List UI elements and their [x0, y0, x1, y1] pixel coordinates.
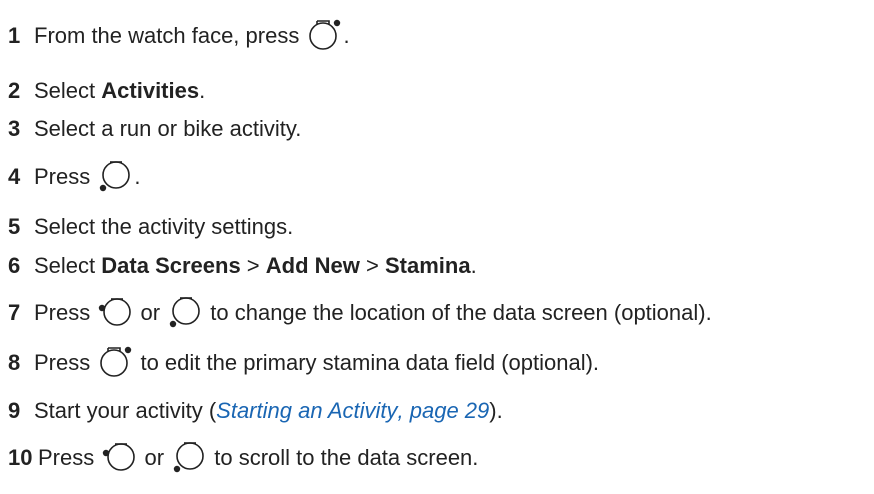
step-3: 3 Select a run or bike activity. — [8, 116, 301, 142]
watch-up-button-icon — [101, 439, 137, 475]
step-8: 8 Press to edit the primary stamina data… — [8, 346, 600, 377]
watch-down-button-icon — [167, 294, 203, 330]
step-2: 2 Select Activities . — [8, 78, 205, 104]
step-7: 7 Press or to change the location of the… — [8, 297, 712, 328]
step-number: 9 — [8, 398, 21, 423]
watch-start-button-icon — [97, 344, 133, 380]
step-text-end: . — [134, 164, 141, 189]
step-text: Press — [34, 164, 97, 189]
watch-up-button-icon — [97, 294, 133, 330]
step-number: 4 — [8, 164, 21, 189]
step-number: 1 — [8, 23, 21, 48]
menu-separator: > — [359, 253, 385, 278]
step-text-end: to edit the primary stamina data field (… — [134, 350, 600, 375]
menu-label-activities: Activities — [101, 78, 200, 103]
step-5: 5 Select the activity settings. — [8, 214, 293, 240]
menu-label-stamina: Stamina — [384, 253, 471, 278]
step-number: 5 — [8, 214, 21, 239]
step-10: 10 Press or to scroll to the data screen… — [8, 442, 479, 473]
step-number: 7 — [8, 300, 21, 325]
step-text-or: or — [134, 300, 167, 325]
step-text: Press — [38, 445, 101, 470]
step-text: Select a run or bike activity. — [34, 116, 302, 141]
step-text: Press — [34, 350, 97, 375]
step-text: Start your activity ( — [34, 398, 217, 423]
step-text: Select the activity settings. — [34, 214, 294, 239]
step-1: 1 From the watch face, press . — [8, 19, 350, 50]
watch-down-button-icon — [171, 439, 207, 475]
step-text-end: to change the location of the data scree… — [204, 300, 712, 325]
step-4: 4 Press . — [8, 161, 141, 192]
step-text: Select — [34, 253, 102, 278]
cross-reference-link[interactable]: Starting an Activity — [216, 398, 397, 424]
step-text-end: ). — [489, 398, 503, 423]
step-9: 9 Start your activity ( Starting an Acti… — [8, 398, 503, 424]
step-number: 3 — [8, 116, 21, 141]
page-reference-link[interactable]: , page 29 — [398, 398, 490, 424]
step-text: From the watch face, press — [34, 23, 306, 48]
step-number: 6 — [8, 253, 21, 278]
step-number: 2 — [8, 78, 21, 103]
step-6: 6 Select Data Screens > Add New > Stamin… — [8, 253, 477, 279]
menu-label-data-screens: Data Screens — [101, 253, 241, 278]
step-text-end: . — [199, 78, 206, 103]
step-text-end: . — [343, 23, 350, 48]
step-text: Select — [34, 78, 102, 103]
step-text-end: to scroll to the data screen. — [208, 445, 479, 470]
watch-start-button-icon — [306, 17, 342, 53]
menu-separator: > — [240, 253, 266, 278]
step-text-end: . — [470, 253, 477, 278]
watch-down-button-icon — [97, 158, 133, 194]
step-number: 10 — [8, 445, 33, 470]
step-text-or: or — [138, 445, 171, 470]
step-text: Press — [34, 300, 97, 325]
menu-label-add-new: Add New — [265, 253, 360, 278]
step-number: 8 — [8, 350, 21, 375]
